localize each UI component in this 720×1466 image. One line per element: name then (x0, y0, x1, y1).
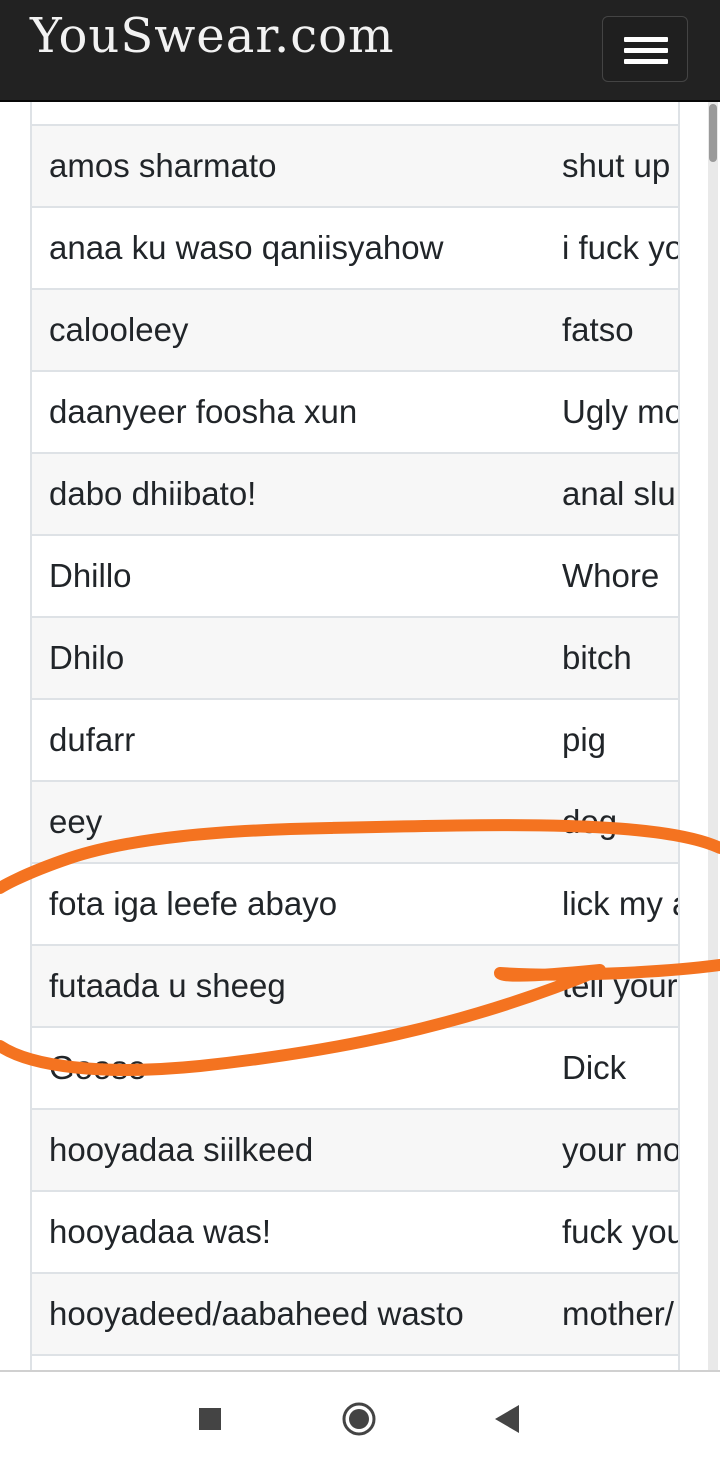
hamburger-menu-icon (624, 37, 668, 42)
table-row: Goose Dick (32, 1028, 678, 1110)
site-logo[interactable]: YouSwear.com (30, 8, 395, 64)
table-row: Dhilo bitch (32, 618, 678, 700)
meaning-cell: y (562, 102, 579, 124)
meaning-cell: fatso (562, 311, 634, 348)
table-row: calooleey fatso (32, 290, 678, 372)
swear-words-table: y amos sharmato shut up anaa ku waso qaniis… (30, 102, 680, 1370)
meaning-cell: your mo (562, 1131, 680, 1168)
table-row: daanyeer foosha xun Ugly mo (32, 372, 678, 454)
triangle-back-icon[interactable] (495, 1405, 519, 1433)
system-navigation-bar (0, 1370, 720, 1466)
meaning-cell: i fuck yo (562, 229, 680, 266)
table-body: y amos sharmato shut up anaa ku waso qaniis… (32, 102, 678, 1370)
meaning-cell: Ugly mo (562, 393, 680, 430)
table-row: dufarr pig (32, 700, 678, 782)
meaning-cell: fuck you (562, 1213, 680, 1250)
swear-word-cell: hooyadaa was! (49, 1213, 271, 1250)
table-row: Dhillo Whore (32, 536, 678, 618)
meaning-cell: pig (562, 721, 607, 758)
meaning-cell: dog (562, 803, 618, 840)
swear-word-cell: daanyeer foosha xun (49, 393, 358, 430)
table-row: fota iga leefe abayo lick my a (32, 864, 678, 946)
swear-word-cell: fota iga leefe abayo (49, 885, 338, 922)
swear-word-cell: dabo dhiibato! (49, 475, 257, 512)
top-navbar: YouSwear.com (0, 0, 720, 102)
swear-word-cell: Dhilo (49, 639, 125, 676)
swear-word-cell: eey (49, 803, 103, 840)
swear-word-cell: calooleey (49, 311, 189, 348)
table-row: hooyadaa siilkeed your mo (32, 1110, 678, 1192)
swear-word-cell: hooyadaa siilkeed (49, 1131, 314, 1168)
meaning-cell: Whore (562, 557, 660, 594)
circle-home-icon[interactable] (341, 1401, 377, 1437)
table-row: amos sharmato shut up (32, 126, 678, 208)
swear-word-cell: Goose (49, 1049, 147, 1086)
meaning-cell: lick my a (562, 885, 680, 922)
meaning-cell: mother/ (562, 1295, 674, 1332)
table-row: y (32, 102, 678, 126)
square-recent-apps-icon[interactable] (199, 1408, 221, 1430)
table-row (32, 1356, 678, 1370)
meaning-cell: bitch (562, 639, 632, 676)
table-row: futaada u sheeg tell your (32, 946, 678, 1028)
swear-word-cell: anaa ku waso qaniisyahow (49, 229, 444, 266)
table-row: dabo dhiibato! anal slu (32, 454, 678, 536)
meaning-cell: anal slu (562, 475, 676, 512)
meaning-cell: Dick (562, 1049, 627, 1086)
swear-word-cell: amos sharmato (49, 147, 277, 184)
meaning-cell: tell your (562, 967, 678, 1004)
menu-toggle-button[interactable] (602, 16, 688, 82)
swear-word-cell: futaada u sheeg (49, 967, 286, 1004)
page-scrollbar-thumb[interactable] (709, 104, 717, 162)
swear-word-cell: hooyadeed/aabaheed wasto (49, 1295, 464, 1332)
swear-word-cell: dufarr (49, 721, 136, 758)
table-row: eey dog (32, 782, 678, 864)
meaning-cell: shut up (562, 147, 671, 184)
table-row: anaa ku waso qaniisyahow i fuck yo (32, 208, 678, 290)
swear-word-cell: Dhillo (49, 557, 132, 594)
table-row: hooyadeed/aabaheed wasto mother/ (32, 1274, 678, 1356)
table-row: hooyadaa was! fuck you (32, 1192, 678, 1274)
page-scrollbar-track[interactable] (708, 102, 718, 1372)
